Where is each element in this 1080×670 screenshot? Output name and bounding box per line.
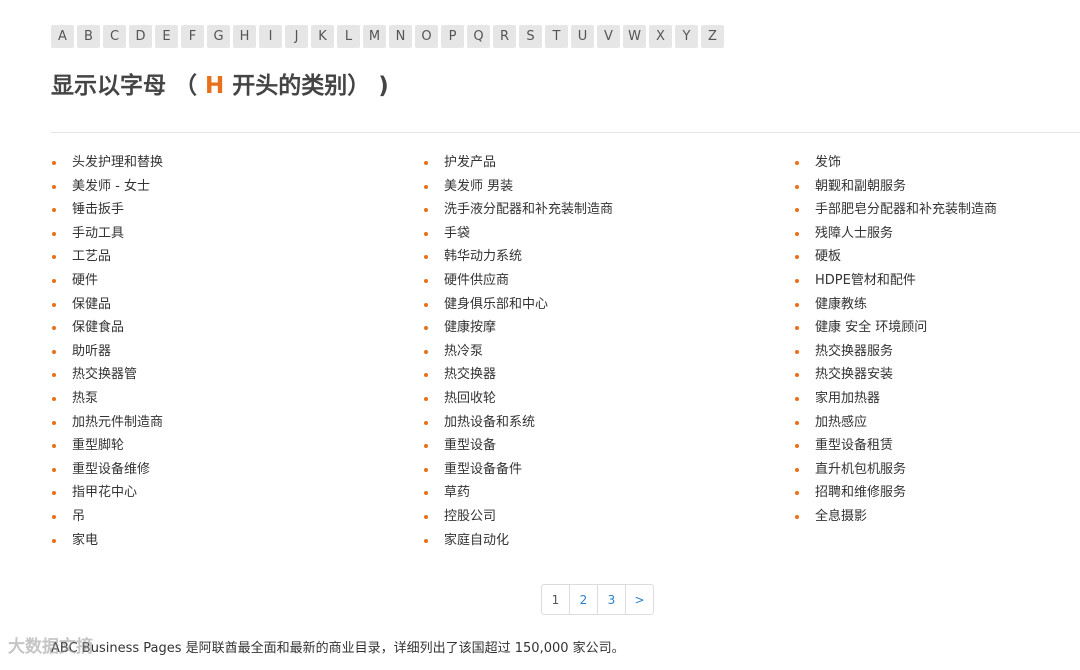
category-link[interactable]: 家庭自动化 — [423, 529, 613, 553]
category-link[interactable]: 热冷泵 — [423, 340, 613, 364]
category-link[interactable]: 加热感应 — [794, 411, 997, 435]
letter-q-button[interactable]: Q — [467, 25, 490, 48]
category-link[interactable]: 重型设备 — [423, 434, 613, 458]
category-link[interactable]: 热交换器管 — [51, 363, 163, 387]
title-prefix: 显示以字母 （ — [51, 73, 198, 99]
title-letter: H — [205, 73, 225, 99]
divider — [51, 132, 1080, 133]
category-link[interactable]: 手动工具 — [51, 222, 163, 246]
letter-e-button[interactable]: E — [155, 25, 178, 48]
letter-l-button[interactable]: L — [337, 25, 360, 48]
category-link[interactable]: 重型设备维修 — [51, 458, 163, 482]
letter-m-button[interactable]: M — [363, 25, 386, 48]
category-link[interactable]: 保健食品 — [51, 316, 163, 340]
letter-v-button[interactable]: V — [597, 25, 620, 48]
category-link[interactable]: 硬件供应商 — [423, 269, 613, 293]
category-link[interactable]: 家用加热器 — [794, 387, 997, 411]
page-button-1[interactable]: 1 — [541, 584, 570, 615]
letter-g-button[interactable]: G — [207, 25, 230, 48]
category-link[interactable]: 草药 — [423, 481, 613, 505]
category-column-2: 护发产品 美发师 男装 洗手液分配器和补充装制造商 手袋 韩华动力系统 硬件供应商 健身俱乐… — [423, 151, 613, 552]
category-link[interactable]: 洗手液分配器和补充装制造商 — [423, 198, 613, 222]
category-link[interactable]: 热交换器服务 — [794, 340, 997, 364]
page-title: 显示以字母 （ H 开头的类别） ) — [51, 66, 389, 100]
category-link[interactable]: 健康教练 — [794, 293, 997, 317]
category-link[interactable]: HDPE管材和配件 — [794, 269, 997, 293]
page-button-3[interactable]: 3 — [597, 584, 626, 615]
category-link[interactable]: 助听器 — [51, 340, 163, 364]
pagination: 1 2 3 > — [541, 584, 654, 615]
category-link[interactable]: 指甲花中心 — [51, 481, 163, 505]
category-link[interactable]: 重型脚轮 — [51, 434, 163, 458]
category-link[interactable]: 全息摄影 — [794, 505, 997, 529]
letter-d-button[interactable]: D — [129, 25, 152, 48]
category-link[interactable]: 吊 — [51, 505, 163, 529]
category-link[interactable]: 发饰 — [794, 151, 997, 175]
category-link[interactable]: 重型设备租赁 — [794, 434, 997, 458]
category-link[interactable]: 热交换器安装 — [794, 363, 997, 387]
category-link[interactable]: 美发师 男装 — [423, 175, 613, 199]
letter-c-button[interactable]: C — [103, 25, 126, 48]
category-link[interactable]: 保健品 — [51, 293, 163, 317]
category-link[interactable]: 手部肥皂分配器和补充装制造商 — [794, 198, 997, 222]
letter-n-button[interactable]: N — [389, 25, 412, 48]
letter-j-button[interactable]: J — [285, 25, 308, 48]
letter-r-button[interactable]: R — [493, 25, 516, 48]
letter-s-button[interactable]: S — [519, 25, 542, 48]
letter-x-button[interactable]: X — [649, 25, 672, 48]
category-link[interactable]: 加热设备和系统 — [423, 411, 613, 435]
category-link[interactable]: 头发护理和替换 — [51, 151, 163, 175]
category-link[interactable]: 工艺品 — [51, 245, 163, 269]
category-link[interactable]: 硬件 — [51, 269, 163, 293]
letter-p-button[interactable]: P — [441, 25, 464, 48]
alphabet-nav: ABCDEFGHIJKLMNOPQRSTUVWXYZ — [51, 25, 724, 48]
letter-b-button[interactable]: B — [77, 25, 100, 48]
category-link[interactable]: 家电 — [51, 529, 163, 553]
category-link[interactable]: 护发产品 — [423, 151, 613, 175]
category-link[interactable]: 控股公司 — [423, 505, 613, 529]
category-link[interactable]: 健康按摩 — [423, 316, 613, 340]
letter-h-button[interactable]: H — [233, 25, 256, 48]
letter-i-button[interactable]: I — [259, 25, 282, 48]
category-link[interactable]: 热泵 — [51, 387, 163, 411]
letter-f-button[interactable]: F — [181, 25, 204, 48]
footer-text: ABC Business Pages 是阿联酋最全面和最新的商业目录，详细列出了… — [51, 641, 625, 656]
next-page-button[interactable]: > — [625, 584, 654, 615]
letter-y-button[interactable]: Y — [675, 25, 698, 48]
category-link[interactable]: 热交换器 — [423, 363, 613, 387]
category-link[interactable]: 健身俱乐部和中心 — [423, 293, 613, 317]
category-link[interactable]: 美发师 - 女士 — [51, 175, 163, 199]
category-link[interactable]: 手袋 — [423, 222, 613, 246]
title-suffix: 开头的类别） ) — [232, 73, 389, 99]
letter-w-button[interactable]: W — [623, 25, 646, 48]
letter-o-button[interactable]: O — [415, 25, 438, 48]
letter-z-button[interactable]: Z — [701, 25, 724, 48]
category-column-3: 发饰 朝觐和副朝服务 手部肥皂分配器和补充装制造商 残障人士服务 硬板 HDPE管材和配件… — [794, 151, 997, 529]
category-link[interactable]: 招聘和维修服务 — [794, 481, 997, 505]
letter-t-button[interactable]: T — [545, 25, 568, 48]
category-link[interactable]: 朝觐和副朝服务 — [794, 175, 997, 199]
category-link[interactable]: 直升机包机服务 — [794, 458, 997, 482]
category-link[interactable]: 热回收轮 — [423, 387, 613, 411]
category-link[interactable]: 重型设备备件 — [423, 458, 613, 482]
page-button-2[interactable]: 2 — [569, 584, 598, 615]
letter-u-button[interactable]: U — [571, 25, 594, 48]
category-link[interactable]: 韩华动力系统 — [423, 245, 613, 269]
letter-a-button[interactable]: A — [51, 25, 74, 48]
category-link[interactable]: 硬板 — [794, 245, 997, 269]
category-column-1: 头发护理和替换 美发师 - 女士 锤击扳手 手动工具 工艺品 硬件 保健品 保健食品 助听器 热交… — [51, 151, 163, 552]
category-link[interactable]: 健康 安全 环境顾问 — [794, 316, 997, 340]
category-link[interactable]: 残障人士服务 — [794, 222, 997, 246]
category-link[interactable]: 加热元件制造商 — [51, 411, 163, 435]
letter-k-button[interactable]: K — [311, 25, 334, 48]
category-link[interactable]: 锤击扳手 — [51, 198, 163, 222]
